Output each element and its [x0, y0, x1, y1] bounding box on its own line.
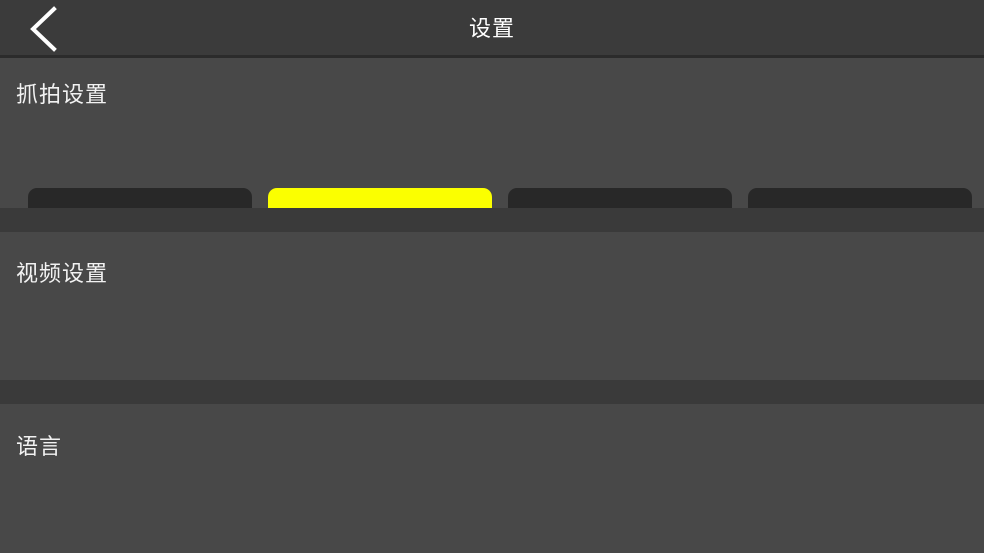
section-video-settings: 视频设置 720 P 1080 P: [0, 232, 984, 553]
section-divider-1: [0, 208, 984, 232]
section-capture-settings: 抓拍设置 720P 1080P 2 K 4 K: [0, 61, 984, 256]
section-divider-2: [0, 380, 984, 404]
section-title-capture: 抓拍设置: [16, 82, 109, 107]
app-header: 设置: [0, 0, 984, 58]
settings-screen: 设置 抓拍设置 720P 1080P 2 K 4 K 视频设置 720 P 10…: [0, 0, 984, 553]
section-title-language: 语言: [16, 434, 63, 459]
section-title-video: 视频设置: [16, 261, 109, 286]
section-language: 语言 中文 English Deutsch Français Русский: [0, 404, 984, 553]
page-title: 设置: [468, 16, 515, 41]
